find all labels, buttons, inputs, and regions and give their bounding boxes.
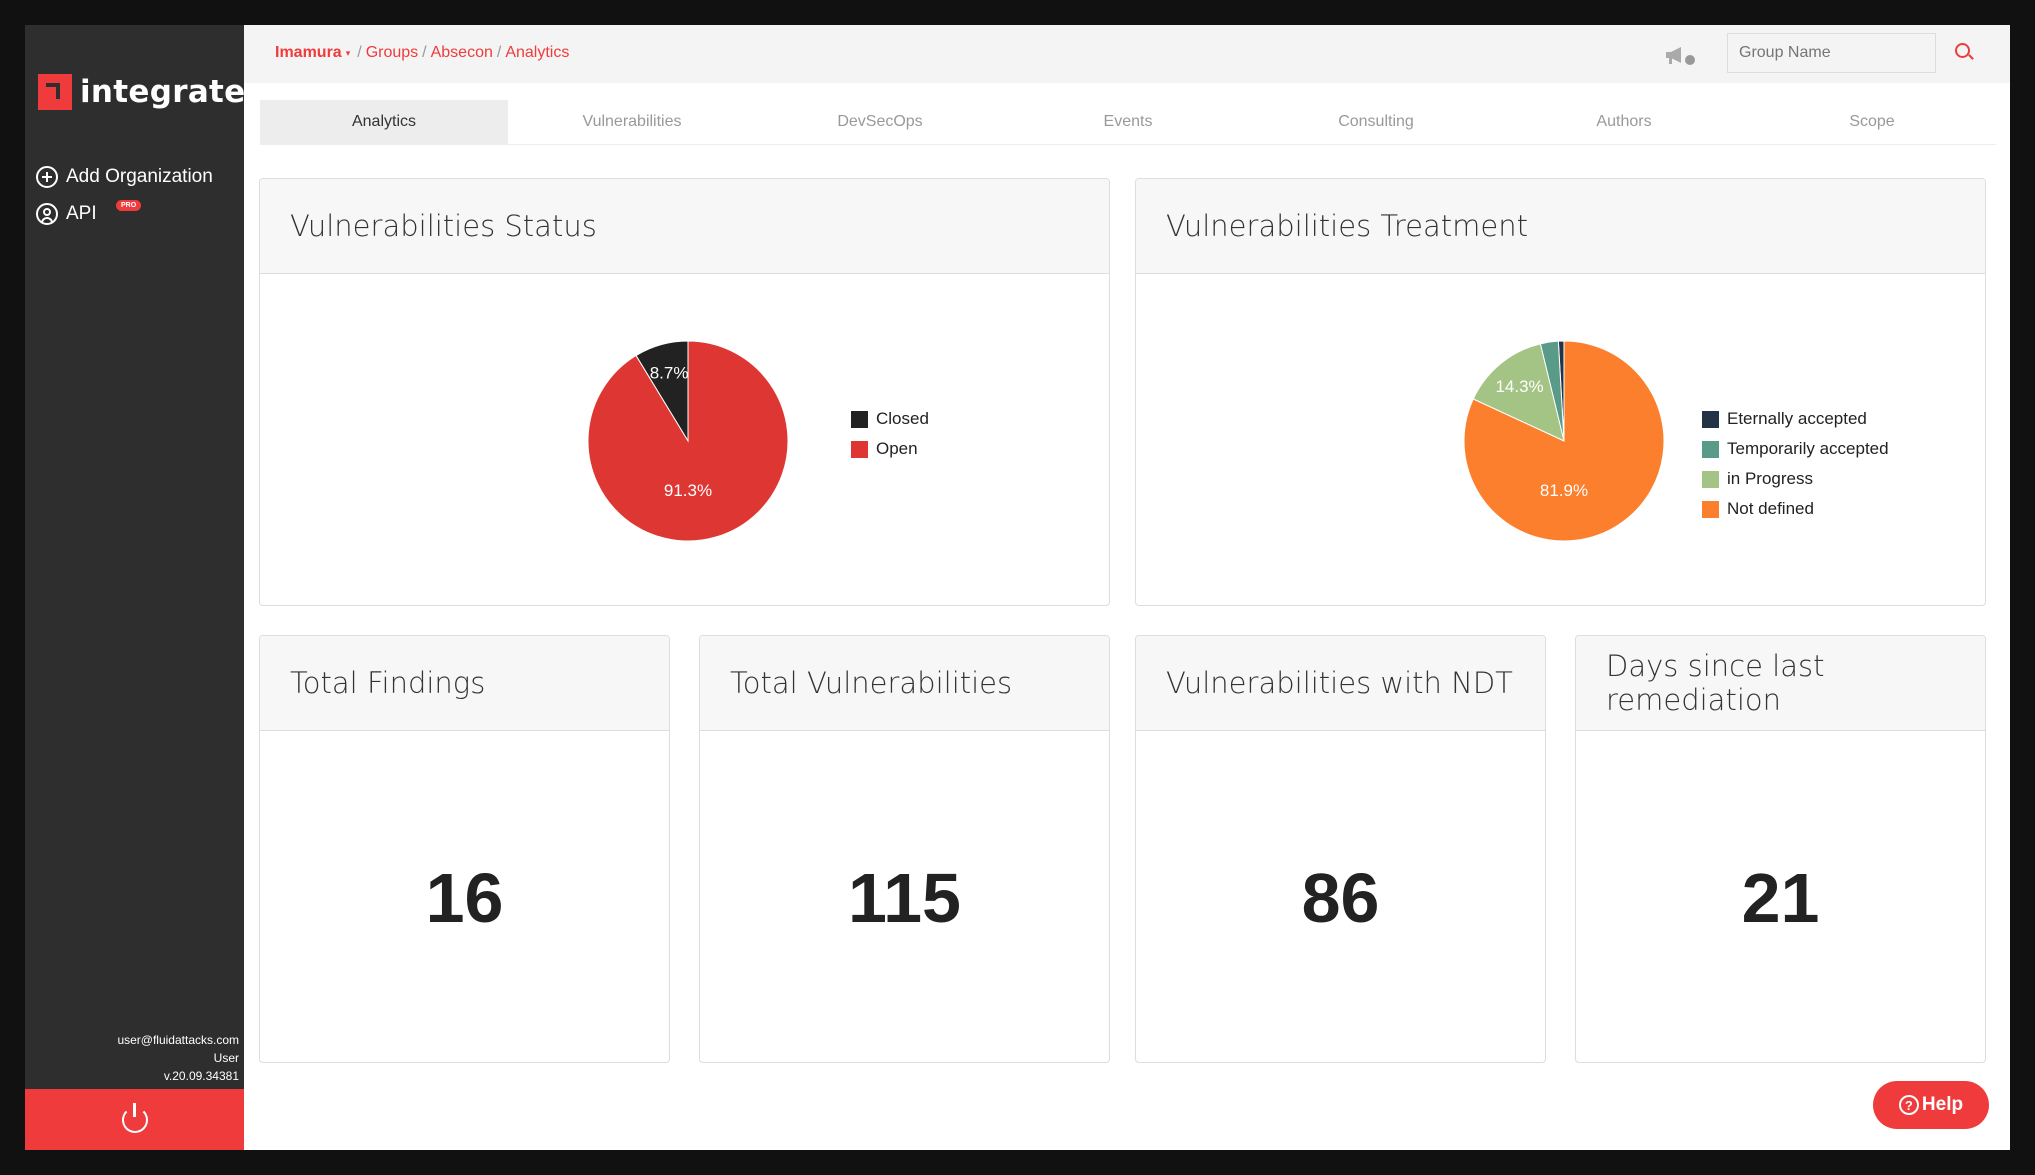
legend-item-in-progress[interactable]: in Progress (1702, 464, 1889, 494)
breadcrumb-separator: / (496, 44, 502, 61)
breadcrumb-separator: / (422, 44, 427, 61)
tab-scope[interactable]: Scope (1748, 100, 1996, 144)
tab-authors[interactable]: Authors (1500, 100, 1748, 144)
pie-label-open: 91.3% (664, 481, 712, 500)
legend-swatch (1702, 470, 1719, 488)
tab-consulting[interactable]: Consulting (1252, 100, 1500, 144)
pie-label-closed: 8.7% (650, 364, 689, 383)
chevron-down-icon[interactable]: ▾ (346, 48, 351, 59)
legend-swatch (851, 440, 868, 458)
tab-events[interactable]: Events (1004, 100, 1252, 144)
card-title: Vulnerabilities with NDT (1136, 636, 1545, 731)
breadcrumb-separator: / (357, 44, 362, 61)
breadcrumb: Imamura ▾ / Groups / Absecon / Analytics (275, 44, 569, 62)
sidebar-item-api[interactable]: API PRO (36, 200, 142, 225)
card-title: Vulnerabilities Treatment (1136, 179, 1985, 274)
legend-item-closed[interactable]: Closed (851, 404, 929, 434)
card-title: Total Vulnerabilities (700, 636, 1109, 731)
vulnerabilities-treatment-card: Vulnerabilities Treatment 14.3% 81.9% Ete… (1135, 178, 1986, 606)
user-info: user@fluidattacks.com User v.20.09.34381 (117, 1031, 239, 1085)
legend-label: Open (876, 439, 918, 458)
user-circle-icon (36, 203, 58, 225)
pro-badge: PRO (116, 200, 142, 211)
megaphone-icon[interactable] (1663, 45, 1697, 67)
metric-value: 21 (1741, 859, 1820, 937)
treatment-pie-chart: 14.3% 81.9% (1463, 340, 1665, 542)
total-findings-card: Total Findings 16 (259, 635, 670, 1063)
status-pie-chart: 8.7% 91.3% (587, 340, 789, 542)
plus-circle-icon (36, 166, 58, 188)
question-icon: ? (1898, 1095, 1919, 1115)
logout-button[interactable] (25, 1089, 244, 1150)
legend-item-open[interactable]: Open (851, 434, 929, 464)
help-button[interactable]: ? Help (1873, 1081, 1989, 1129)
pie-label-in-progress: 14.3% (1495, 377, 1543, 396)
sidebar-item-label: API (66, 203, 97, 224)
vulnerabilities-ndt-card: Vulnerabilities with NDT 86 (1135, 635, 1546, 1063)
legend-item-temporarily-accepted[interactable]: Temporarily accepted (1702, 434, 1889, 464)
legend-item-not-defined[interactable]: Not defined (1702, 494, 1889, 524)
pie-label-not-defined: 81.9% (1540, 481, 1588, 500)
pie-slice-open[interactable] (587, 340, 789, 542)
sidebar: integrates Add Organization API PRO user… (25, 25, 264, 1150)
vulnerabilities-status-card: Vulnerabilities Status 8.7% 91.3% Closed O… (259, 178, 1110, 606)
legend-swatch (1702, 500, 1719, 518)
sidebar-item-add-organization[interactable]: Add Organization (36, 166, 213, 188)
metric-value: 115 (848, 859, 961, 937)
help-label: Help (1921, 1094, 1964, 1115)
user-role: User (213, 1051, 239, 1065)
tab-bar: Analytics Vulnerabilities DevSecOps Even… (260, 100, 1996, 145)
legend-label: Not defined (1727, 499, 1814, 518)
card-title: Days since last remediation (1576, 636, 1985, 731)
user-email: user@fluidattacks.com (117, 1033, 239, 1047)
header: Imamura ▾ / Groups / Absecon / Analytics (244, 25, 2010, 83)
legend-swatch (851, 410, 868, 428)
logo-text: integrates (80, 74, 265, 110)
legend-label: Eternally accepted (1727, 409, 1867, 428)
legend-label: Temporarily accepted (1727, 439, 1889, 458)
breadcrumb-group[interactable]: Absecon (431, 44, 493, 62)
sidebar-item-label: Add Organization (66, 166, 213, 187)
card-title: Total Findings (260, 636, 669, 731)
metric-value: 86 (1301, 859, 1380, 937)
legend-label: Closed (876, 409, 929, 428)
search-icon[interactable] (1955, 43, 1970, 58)
metric-value: 16 (425, 859, 504, 937)
breadcrumb-section[interactable]: Analytics (505, 44, 569, 62)
power-icon (121, 1102, 148, 1133)
legend-swatch (1702, 410, 1719, 428)
days-since-remediation-card: Days since last remediation 21 (1575, 635, 1986, 1063)
status-legend: Closed Open (851, 404, 929, 464)
app-window: integrates Add Organization API PRO user… (25, 25, 2010, 1150)
tab-analytics[interactable]: Analytics (260, 100, 508, 144)
logo-icon (38, 74, 72, 110)
breadcrumb-organization[interactable]: Imamura (275, 44, 342, 62)
legend-swatch (1702, 440, 1719, 458)
app-version: v.20.09.34381 (163, 1069, 239, 1083)
breadcrumb-groups[interactable]: Groups (366, 44, 418, 62)
legend-label: in Progress (1727, 469, 1813, 488)
total-vulnerabilities-card: Total Vulnerabilities 115 (699, 635, 1110, 1063)
tab-devsecops[interactable]: DevSecOps (756, 100, 1004, 144)
treatment-legend: Eternally accepted Temporarily accepted in… (1702, 404, 1889, 524)
tab-vulnerabilities[interactable]: Vulnerabilities (508, 100, 756, 144)
legend-item-eternally-accepted[interactable]: Eternally accepted (1702, 404, 1889, 434)
group-search-input[interactable] (1727, 33, 1936, 73)
card-title: Vulnerabilities Status (260, 179, 1109, 274)
logo[interactable]: integrates (38, 74, 264, 110)
